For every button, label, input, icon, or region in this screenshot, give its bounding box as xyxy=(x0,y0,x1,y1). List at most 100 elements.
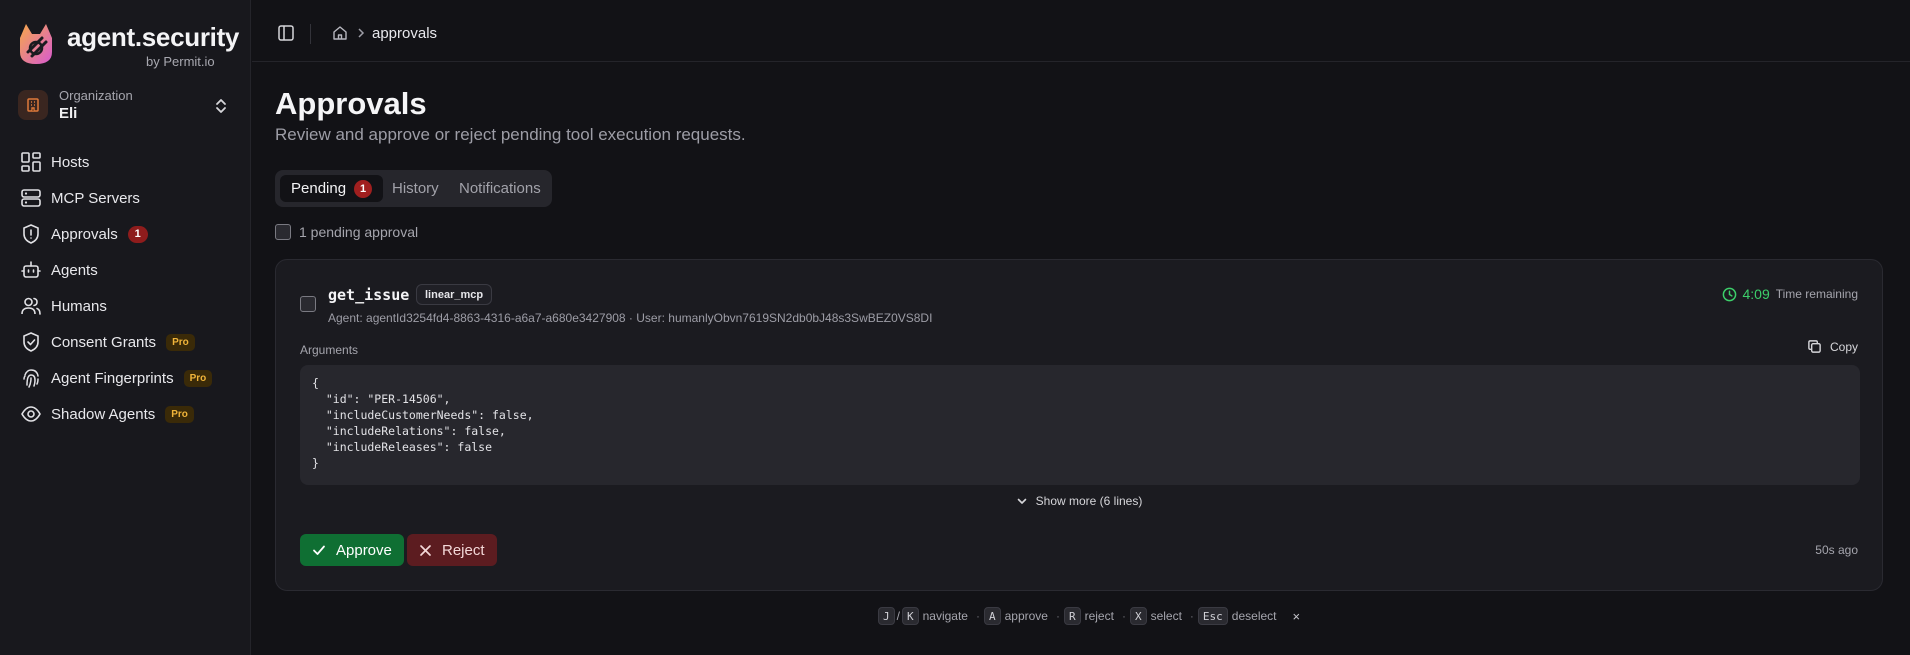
tab-label: Pending xyxy=(291,180,347,197)
select-all-checkbox[interactable] xyxy=(275,224,291,240)
sidebar-item-approvals[interactable]: Approvals 1 xyxy=(0,216,251,252)
kbd-key: X xyxy=(1129,607,1147,625)
dot-separator: · xyxy=(1055,609,1060,623)
timer-label: Time remaining xyxy=(1775,287,1858,301)
shortcut-label: approve xyxy=(1004,609,1048,623)
sidebar-item-consent-grants[interactable]: Consent Grants Pro xyxy=(0,324,251,360)
approval-request-card: get_issue linear_mcp Agent: agentId3254f… xyxy=(275,259,1883,591)
kbd-key: J xyxy=(878,607,895,625)
brand-name: agent.security xyxy=(67,22,240,52)
chevron-right-icon xyxy=(358,28,365,38)
arguments-label: Arguments xyxy=(300,343,359,357)
request-checkbox[interactable] xyxy=(300,296,316,312)
dot-separator: · xyxy=(975,609,980,623)
pro-badge: Pro xyxy=(166,333,195,351)
kbd-key: A xyxy=(983,607,1001,625)
org-name: Eli xyxy=(59,105,78,122)
breadcrumb-current: approvals xyxy=(372,25,438,42)
sidebar-item-agents[interactable]: Agents xyxy=(0,252,251,288)
sidebar-toggle-icon[interactable] xyxy=(277,24,295,42)
grid-icon xyxy=(19,150,43,174)
dot-separator: · xyxy=(1189,609,1194,623)
chevron-down-icon xyxy=(1017,498,1026,504)
sidebar-item-mcp-servers[interactable]: MCP Servers xyxy=(0,180,251,216)
approvals-count-badge: 1 xyxy=(127,225,148,243)
tab-history[interactable]: History xyxy=(381,175,450,202)
org-switcher[interactable]: Organization Eli xyxy=(14,86,234,126)
sidebar-item-label: MCP Servers xyxy=(51,189,140,207)
reject-button[interactable]: Reject xyxy=(407,534,497,566)
server-badge: linear_mcp xyxy=(416,284,493,305)
show-more-label: Show more (6 lines) xyxy=(1035,494,1143,508)
bulk-select: 1 pending approval xyxy=(275,224,418,240)
topbar: approvals xyxy=(252,0,1910,62)
pending-count-label: 1 pending approval xyxy=(299,224,419,240)
copy-icon xyxy=(1808,340,1821,353)
kbd-key: R xyxy=(1063,607,1081,625)
sidebar-item-agent-fingerprints[interactable]: Agent Fingerprints Pro xyxy=(0,360,251,396)
sidebar-item-label: Consent Grants xyxy=(51,333,157,351)
bot-icon xyxy=(19,258,43,282)
tabs: Pending 1 History Notifications xyxy=(275,170,552,207)
copy-label: Copy xyxy=(1829,339,1858,354)
sidebar-item-hosts[interactable]: Hosts xyxy=(0,144,251,180)
users-icon xyxy=(19,294,43,318)
sidebar-item-shadow-agents[interactable]: Shadow Agents Pro xyxy=(0,396,251,432)
dismiss-shortcuts-button[interactable]: × xyxy=(1293,609,1301,624)
kbd-separator: / xyxy=(896,609,900,623)
shield-alert-icon xyxy=(19,222,43,246)
sidebar-item-label: Agents xyxy=(51,261,98,279)
time-remaining: 4:09 Time remaining xyxy=(1722,286,1858,302)
logo-icon xyxy=(20,24,52,64)
kbd-key: Esc xyxy=(1197,607,1228,625)
sidebar-item-label: Shadow Agents xyxy=(51,405,156,423)
approve-label: Approve xyxy=(336,541,392,559)
request-age: 50s ago xyxy=(1815,543,1858,557)
pro-badge: Pro xyxy=(183,369,213,387)
home-icon[interactable] xyxy=(332,25,348,41)
close-icon xyxy=(420,544,431,556)
org-label: Organization xyxy=(59,88,133,103)
shortcut-label: select xyxy=(1150,609,1182,623)
tab-label: Notifications xyxy=(459,180,541,197)
tab-pending[interactable]: Pending 1 xyxy=(280,175,384,202)
tool-name: get_issue xyxy=(328,286,410,304)
copy-button[interactable]: Copy xyxy=(1807,339,1858,354)
approve-button[interactable]: Approve xyxy=(300,534,404,566)
kbd-key: K xyxy=(901,607,919,625)
timer-value: 4:09 xyxy=(1742,286,1770,302)
clock-icon xyxy=(1722,287,1736,301)
dot-separator: · xyxy=(1121,609,1126,623)
shortcut-label: deselect xyxy=(1231,609,1277,623)
tab-notifications[interactable]: Notifications xyxy=(448,175,552,202)
brand[interactable]: agent.security by Permit.io xyxy=(16,20,240,70)
show-more-toggle[interactable]: Show more (6 lines) xyxy=(276,494,1882,508)
sidebar-item-label: Hosts xyxy=(51,153,90,171)
tab-label: History xyxy=(392,180,439,197)
fingerprint-icon xyxy=(19,366,43,390)
pro-badge: Pro xyxy=(165,405,194,423)
sidebar-item-label: Approvals xyxy=(51,225,118,243)
reject-label: Reject xyxy=(442,541,485,559)
request-meta: Agent: agentId3254fd4-8863-4316-a6a7-a68… xyxy=(328,311,933,325)
sidebar: agent.security by Permit.io Organization… xyxy=(0,0,251,655)
keyboard-shortcuts-bar: J / K navigate · A approve · R reject · … xyxy=(878,607,1300,625)
building-icon xyxy=(18,90,48,120)
sidebar-nav: Hosts MCP Servers Approvals 1 Agents Hum… xyxy=(0,144,251,432)
sidebar-item-label: Humans xyxy=(51,297,107,315)
divider xyxy=(310,24,311,44)
shortcut-label: navigate xyxy=(922,609,968,623)
chevrons-up-down-icon xyxy=(216,99,226,113)
server-icon xyxy=(19,186,43,210)
shortcut-label: reject xyxy=(1084,609,1114,623)
sidebar-item-humans[interactable]: Humans xyxy=(0,288,251,324)
brand-sub: by Permit.io xyxy=(146,54,215,69)
check-icon xyxy=(313,545,325,555)
sidebar-item-label: Agent Fingerprints xyxy=(51,369,174,387)
page-title: Approvals xyxy=(275,86,427,121)
arguments-code: { "id": "PER-14506", "includeCustomerNee… xyxy=(300,365,1860,485)
page-subtitle: Review and approve or reject pending too… xyxy=(275,125,746,144)
eye-icon xyxy=(19,402,43,426)
shield-check-icon xyxy=(19,330,43,354)
pending-count-badge: 1 xyxy=(354,179,373,198)
